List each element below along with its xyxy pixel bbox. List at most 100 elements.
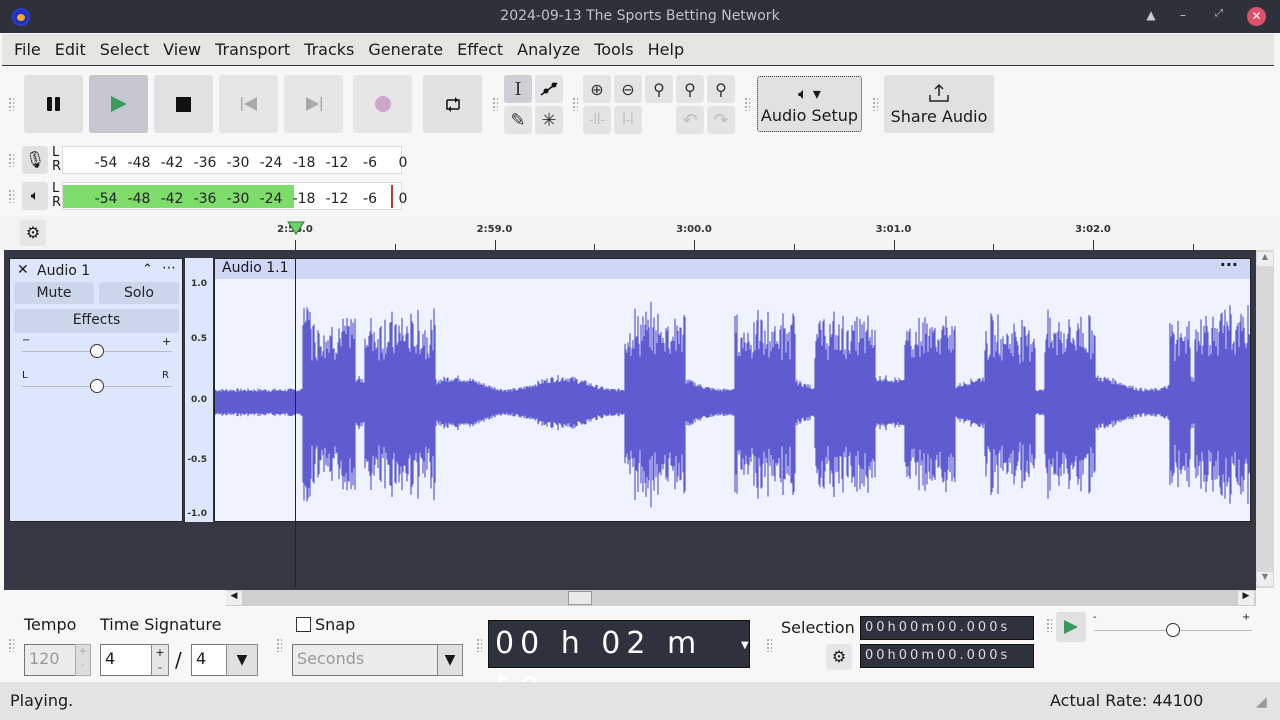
scroll-right-button[interactable]: ▶ xyxy=(1238,591,1254,605)
track-name[interactable]: Audio 1 xyxy=(37,263,90,279)
gear-icon: ⚙ xyxy=(831,647,847,666)
toolbar-grip[interactable] xyxy=(8,97,14,111)
play-speed-slider[interactable] xyxy=(1166,623,1180,637)
skip-to-start-button[interactable] xyxy=(219,75,278,133)
play-button[interactable] xyxy=(89,75,148,133)
redo-button[interactable]: ↷ xyxy=(707,106,735,134)
menu-effect[interactable]: Effect xyxy=(457,40,503,59)
waveform[interactable] xyxy=(215,279,1251,522)
envelope-tool[interactable] xyxy=(535,75,563,103)
selection-end-field[interactable]: 00h00m00.000s xyxy=(860,644,1034,668)
menu-file[interactable]: File xyxy=(14,40,41,59)
pan-slider[interactable] xyxy=(90,379,104,393)
record-button[interactable] xyxy=(353,75,412,133)
stop-button[interactable] xyxy=(154,75,213,133)
multi-tool[interactable]: ✳ xyxy=(535,106,563,134)
clip-name[interactable]: Audio 1.1 xyxy=(222,260,289,276)
time-display[interactable]: 00 h 02 m 58 s xyxy=(488,620,750,707)
collapse-track-icon[interactable]: ⌃ xyxy=(142,262,153,277)
clip-menu-icon[interactable]: ··· xyxy=(1220,259,1238,274)
time-signature-numerator[interactable]: 4 xyxy=(100,644,152,676)
menu-select[interactable]: Select xyxy=(100,40,149,59)
toolbar-grip[interactable] xyxy=(744,97,750,111)
scroll-down-button[interactable]: ▼ xyxy=(1257,572,1273,586)
timeline-ruler[interactable]: ⚙ 2:58.02:59.03:00.03:01.03:02.0 xyxy=(0,216,1280,250)
menu-view[interactable]: View xyxy=(163,40,201,59)
solo-button[interactable]: Solo xyxy=(99,282,179,304)
time-format-dropdown-icon[interactable]: ▼ xyxy=(741,640,749,651)
scroll-up-button[interactable]: ▲ xyxy=(1257,252,1273,266)
audio-setup-button[interactable]: 🔈︎ ▾ Audio Setup xyxy=(757,76,862,132)
playhead-icon[interactable] xyxy=(287,221,305,235)
horizontal-scrollbar[interactable]: ◀ ▶ xyxy=(226,590,1256,606)
pause-button[interactable] xyxy=(24,75,83,133)
playback-meter-button[interactable]: 🔈︎ xyxy=(22,182,48,210)
numerator-stepper[interactable]: + - xyxy=(151,644,169,676)
scroll-thumb[interactable] xyxy=(568,591,592,605)
selection-settings-button[interactable]: ⚙ xyxy=(826,644,852,670)
toolbar-grip[interactable] xyxy=(476,638,482,652)
skip-to-end-button[interactable] xyxy=(284,75,343,133)
resize-grip[interactable]: ◢ xyxy=(1256,694,1267,710)
audio-clip[interactable]: Audio 1.1 ··· xyxy=(214,258,1251,522)
toolbar-grip[interactable] xyxy=(8,189,14,203)
selection-tool[interactable]: I xyxy=(504,75,532,103)
toolbar-grip[interactable] xyxy=(276,638,282,652)
selection-start-field[interactable]: 00h00m00.000s xyxy=(860,616,1034,640)
toolbar-grip[interactable] xyxy=(8,638,14,652)
menu-help[interactable]: Help xyxy=(648,40,684,59)
effects-button[interactable]: Effects xyxy=(14,309,179,333)
mute-button[interactable]: Mute xyxy=(14,282,94,304)
tempo-stepper[interactable]: + - xyxy=(75,644,91,676)
zoom-out-button[interactable]: ⊖ xyxy=(614,75,642,103)
clip-header[interactable]: Audio 1.1 ··· xyxy=(215,259,1250,279)
toolbar-grip[interactable] xyxy=(492,97,498,111)
zoom-in-button[interactable]: ⊕ xyxy=(583,75,611,103)
menu-analyze[interactable]: Analyze xyxy=(517,40,580,59)
record-meter[interactable]: -54 -48 -42 -36 -30 -24 -18 -12 -6 0 xyxy=(62,146,407,174)
timeline-settings-button[interactable]: ⚙ xyxy=(20,220,46,246)
toolbar-grip[interactable] xyxy=(8,153,14,167)
close-button[interactable]: ✕ xyxy=(1247,7,1266,26)
toolbar-grip[interactable] xyxy=(572,97,578,111)
meter-scale-label: -24 xyxy=(259,191,283,207)
menu-tools[interactable]: Tools xyxy=(594,40,633,59)
vertical-scrollbar[interactable]: ▲ ▼ xyxy=(1256,250,1274,588)
tempo-field[interactable]: 120 xyxy=(24,644,76,676)
scroll-left-button[interactable]: ◀ xyxy=(226,591,242,605)
play-at-speed-button[interactable] xyxy=(1056,612,1086,642)
keep-above-button[interactable]: ▲ xyxy=(1142,8,1160,22)
toolbar-grip[interactable] xyxy=(766,638,772,652)
fit-selection-button[interactable]: ⚲ xyxy=(645,75,673,103)
loop-button[interactable] xyxy=(423,75,482,133)
close-track-icon[interactable]: ✕ xyxy=(17,262,29,278)
silence-audio-icon: ꟾ-ꟾ xyxy=(622,113,634,127)
time-signature-denominator[interactable]: 4 xyxy=(191,644,227,676)
trim-audio-button[interactable]: -ꟾꟾ- xyxy=(583,106,611,134)
silence-audio-button[interactable]: ꟾ-ꟾ xyxy=(614,106,642,134)
time-signature-separator: / xyxy=(175,648,182,672)
track-menu-icon[interactable]: ⋯ xyxy=(162,260,176,276)
record-meter-button[interactable]: 🎙︎ xyxy=(22,146,48,174)
draw-tool[interactable]: ✎ xyxy=(504,106,532,134)
zoom-toggle-button[interactable]: ⚲ xyxy=(707,75,735,103)
snap-checkbox[interactable] xyxy=(296,617,311,632)
denominator-dropdown[interactable]: ▼ xyxy=(226,644,258,676)
toolbar-grip[interactable] xyxy=(1046,618,1052,632)
track-control-panel[interactable]: ✕ Audio 1 ⌃ ⋯ Mute Solo Effects − + L R xyxy=(9,258,183,522)
menu-transport[interactable]: Transport xyxy=(215,40,290,59)
minimize-button[interactable]: – xyxy=(1174,8,1192,22)
snap-unit-dropdown[interactable]: ▼ xyxy=(437,644,463,676)
undo-button[interactable]: ↶ xyxy=(676,106,704,134)
maximize-button[interactable]: ⤢ xyxy=(1210,8,1228,19)
toolbar-grip[interactable] xyxy=(872,97,878,111)
playback-meter[interactable]: -54 -48 -42 -36 -30 -24 -18 -12 -6 0 xyxy=(62,182,407,210)
menu-generate[interactable]: Generate xyxy=(368,40,443,59)
snap-unit-select[interactable]: Seconds xyxy=(292,644,438,676)
menu-tracks[interactable]: Tracks xyxy=(304,40,354,59)
menu-edit[interactable]: Edit xyxy=(55,40,86,59)
gain-slider[interactable] xyxy=(90,344,104,358)
meter-scale-label: -12 xyxy=(325,191,349,207)
fit-project-button[interactable]: ⚲ xyxy=(676,75,704,103)
share-audio-button[interactable]: Share Audio xyxy=(884,75,994,133)
